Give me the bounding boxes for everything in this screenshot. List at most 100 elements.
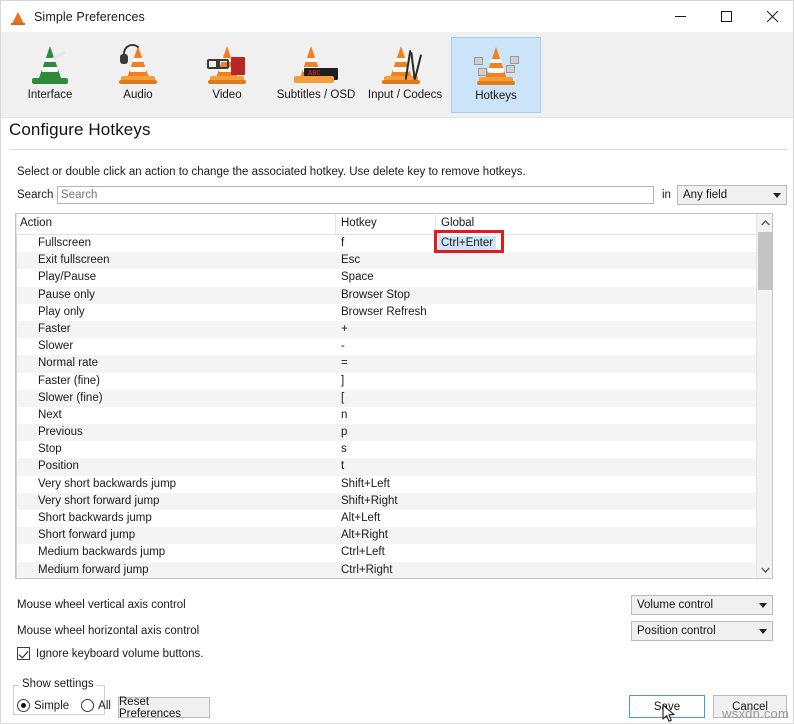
table-row[interactable]: Very short backwards jump Shift+Left [16, 475, 772, 493]
cell-hotkey: Alt+Right [341, 529, 388, 542]
tree-indent-line [16, 544, 17, 562]
table-row[interactable]: Play only Browser Refresh [16, 303, 772, 321]
mouse-wheel-horizontal-select[interactable]: Position control [631, 621, 773, 641]
scrollbar-thumb[interactable] [758, 232, 772, 290]
tree-indent-line [16, 338, 17, 356]
tab-interface[interactable]: Interface [5, 37, 95, 113]
radio-all-label: All [98, 699, 111, 712]
cell-action: Very short backwards jump [38, 477, 177, 490]
cell-hotkey: s [341, 443, 347, 456]
table-row[interactable]: Short backwards jump Alt+Left [16, 510, 772, 528]
cell-hotkey: t [341, 460, 345, 473]
show-settings-title: Show settings [19, 678, 97, 690]
radio-all[interactable] [81, 699, 95, 712]
vlc-cone-display-icon: ABC [292, 42, 340, 86]
table-row[interactable]: Slower (fine) [ [16, 389, 772, 407]
table-row[interactable]: Play/Pause Space [16, 269, 772, 287]
table-row[interactable]: Pause only Browser Stop [16, 286, 772, 304]
tree-indent-line [16, 252, 17, 270]
table-row[interactable]: Medium forward jump Ctrl+Right [16, 561, 772, 578]
cell-action: Pause only [38, 288, 95, 301]
tab-hotkeys[interactable]: Hotkeys [451, 37, 541, 113]
tab-label: Interface [27, 89, 73, 101]
search-input[interactable] [57, 186, 654, 204]
ignore-volume-buttons-checkbox[interactable]: Ignore keyboard volume buttons. [17, 647, 204, 660]
tab-label: Subtitles / OSD [276, 89, 356, 101]
hotkeys-table: Action Hotkey Global Fullscreen f Ctrl+Ent… [15, 213, 773, 579]
window-controls [657, 1, 793, 32]
column-header-global[interactable]: Global [441, 217, 474, 229]
tab-label: Hotkeys [475, 90, 517, 102]
cell-hotkey: f [341, 237, 345, 249]
tree-indent-line [16, 235, 17, 253]
scroll-up-icon[interactable] [757, 214, 772, 231]
watermark: wsxdn.com [722, 706, 789, 721]
tab-audio[interactable]: Audio [93, 37, 183, 113]
minimize-icon[interactable] [657, 1, 703, 32]
table-body: Fullscreen f Ctrl+Enter Exit fullscreen Esc P… [16, 235, 772, 578]
cell-action: Short backwards jump [38, 512, 152, 524]
chevron-down-icon [754, 628, 772, 634]
table-row[interactable]: Normal rate = [16, 355, 772, 373]
table-row[interactable]: Slower - [16, 338, 772, 356]
search-field-select[interactable]: Any field [677, 185, 787, 205]
table-row[interactable]: Medium backwards jump Ctrl+Left [16, 544, 772, 562]
cell-action: Play/Pause [38, 271, 97, 284]
table-row[interactable]: Very short forward jump Shift+Right [16, 492, 772, 510]
cell-hotkey: + [341, 322, 348, 335]
table-row[interactable]: Position t [16, 458, 772, 476]
close-icon[interactable] [749, 1, 793, 32]
maximize-icon[interactable] [703, 1, 749, 32]
window-title: Simple Preferences [34, 9, 145, 24]
table-row[interactable]: Stop s [16, 441, 772, 459]
mouse-wheel-horizontal-value: Position control [637, 625, 716, 637]
tree-indent-line [16, 492, 17, 510]
cell-action: Faster [38, 322, 71, 335]
table-row[interactable]: Previous p [16, 424, 772, 442]
page-hint: Select or double click an action to chan… [17, 166, 526, 178]
chevron-down-icon [768, 192, 786, 198]
radio-simple[interactable] [17, 699, 30, 712]
page-title: Configure Hotkeys [9, 120, 151, 139]
cell-hotkey: Browser Refresh [341, 305, 427, 318]
cell-action: Position [38, 460, 79, 473]
cell-action: Next [38, 408, 62, 421]
tab-input-codecs[interactable]: Input / Codecs [360, 37, 450, 113]
table-scrollbar[interactable] [756, 214, 772, 578]
cell-action: Faster (fine) [38, 374, 100, 387]
table-row[interactable]: Faster (fine)] [16, 372, 772, 390]
cell-action: Slower [38, 340, 74, 353]
tree-indent-line [16, 406, 17, 425]
table-header: Action Hotkey Global [16, 214, 772, 235]
mouse-wheel-vertical-select[interactable]: Volume control [631, 595, 773, 615]
cell-action: Medium forward jump [38, 563, 149, 576]
cell-hotkey: n [341, 408, 348, 421]
scroll-down-icon[interactable] [757, 561, 772, 578]
cell-hotkey: Ctrl+Left [341, 546, 385, 559]
reset-preferences-button[interactable]: Reset Preferences [118, 696, 210, 720]
cell-hotkey: Shift+Right [341, 494, 398, 507]
tree-indent-line [16, 441, 17, 459]
cell-hotkey: p [341, 426, 348, 439]
ignore-volume-buttons-label: Ignore keyboard volume buttons. [36, 647, 204, 660]
table-row[interactable]: Exit fullscreen Esc [16, 252, 772, 270]
cell-action: Very short forward jump [38, 494, 160, 507]
search-in-label: in [662, 189, 671, 201]
column-header-action[interactable]: Action [20, 217, 52, 229]
tree-indent-line [16, 269, 17, 287]
tab-video[interactable]: Video [182, 37, 272, 113]
cell-hotkey: = [341, 357, 348, 370]
tab-label: Video [212, 89, 242, 101]
table-row[interactable]: Faster + [16, 320, 772, 339]
cell-action: Exit fullscreen [38, 254, 110, 267]
tree-indent-line [16, 527, 17, 545]
table-row[interactable]: Fullscreen f Ctrl+Enter [16, 235, 772, 253]
tree-indent-line [16, 355, 17, 373]
title-bar: Simple Preferences [1, 1, 793, 32]
tab-subtitles-osd[interactable]: ABC Subtitles / OSD [271, 37, 361, 113]
vlc-cone-keys-icon [472, 43, 520, 87]
table-row[interactable]: Short forward jump Alt+Right [16, 527, 772, 545]
column-header-hotkey[interactable]: Hotkey [341, 217, 377, 229]
table-row[interactable]: Next n [16, 406, 772, 425]
tab-label: Input / Codecs [367, 89, 443, 101]
